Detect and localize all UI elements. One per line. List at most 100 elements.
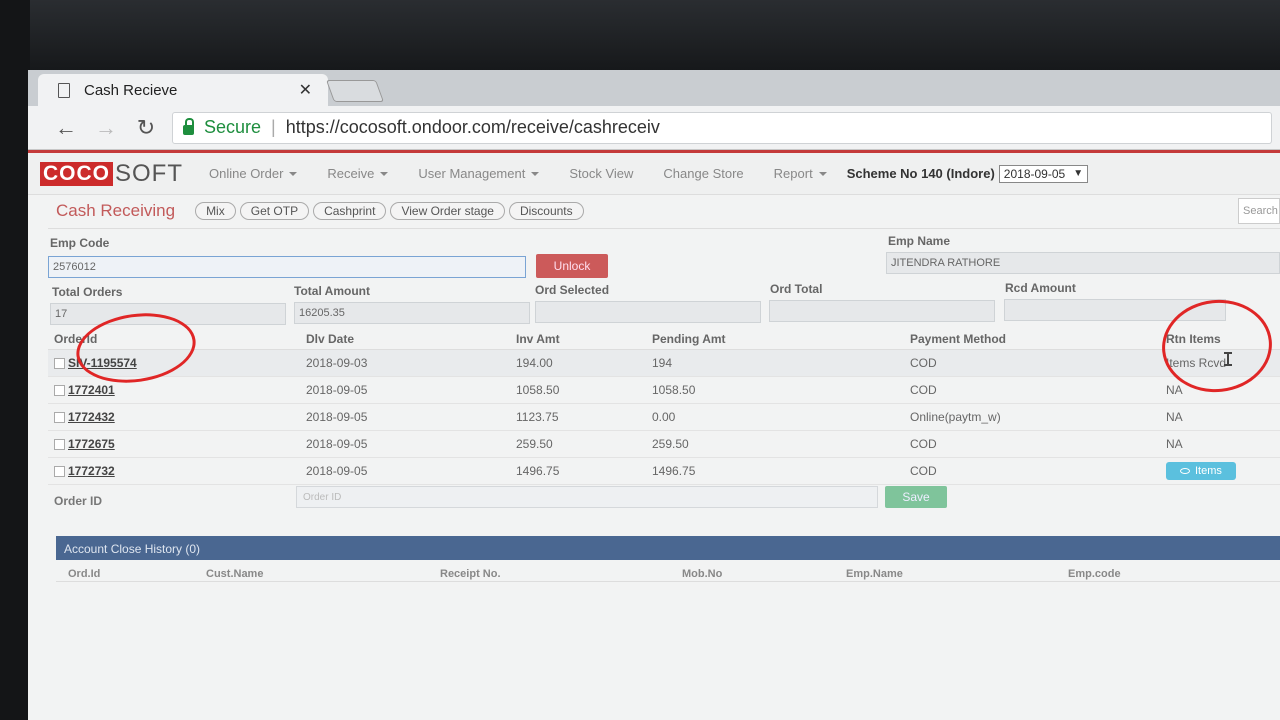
logo-soft: SOFT xyxy=(115,159,183,187)
browser-tab[interactable]: Cash Recieve ✕ xyxy=(38,74,328,106)
tab-title: Cash Recieve xyxy=(84,81,178,99)
dlv-date-cell: 2018-09-03 xyxy=(306,356,368,370)
items-button[interactable]: Items xyxy=(1166,462,1236,480)
url-text: https://cocosoft.ondoor.com/receive/cash… xyxy=(285,117,660,137)
table-row: 1772732 2018-09-05 1496.75 1496.75 COD I… xyxy=(48,458,1280,485)
payment-method-cell: Online(paytm_w) xyxy=(910,410,1001,424)
save-button[interactable]: Save xyxy=(885,486,947,508)
order-link[interactable]: 1772401 xyxy=(68,383,115,397)
row-checkbox[interactable] xyxy=(54,384,65,396)
row-checkbox[interactable] xyxy=(54,357,65,369)
divider xyxy=(48,228,1280,229)
order-link[interactable]: 1772675 xyxy=(68,437,115,451)
emp-code-field[interactable]: 2576012 xyxy=(48,256,526,278)
new-tab-button[interactable] xyxy=(325,80,385,102)
get-otp-button[interactable]: Get OTP xyxy=(239,202,310,220)
history-table-header: Ord.Id Cust.Name Receipt No. Mob.No Emp.… xyxy=(56,560,1280,582)
pending-amt-cell: 1058.50 xyxy=(652,383,696,397)
nav-user-management[interactable]: User Management xyxy=(418,166,540,181)
nav-label: Receive xyxy=(327,166,375,181)
col-cust-name[interactable]: Cust.Name xyxy=(206,568,263,580)
view-order-stage-button[interactable]: View Order stage xyxy=(390,202,505,220)
nav-stock-view[interactable]: Stock View xyxy=(569,166,633,181)
caret-down-icon xyxy=(531,171,540,176)
ord-selected-label: Ord Selected xyxy=(535,283,610,297)
close-icon[interactable]: ✕ xyxy=(299,80,312,100)
table-row: SIV-1195574 2018-09-03 194.00 194 COD It… xyxy=(48,350,1280,377)
back-arrow-icon[interactable]: ← xyxy=(46,115,86,141)
ord-total-label: Ord Total xyxy=(770,282,823,296)
caret-down-icon xyxy=(289,171,298,176)
nav-receive[interactable]: Receive xyxy=(327,166,389,181)
search-input[interactable]: Search xyxy=(1238,198,1280,224)
order-id-label: Order ID xyxy=(54,494,103,508)
inv-amt-cell: 1496.75 xyxy=(516,464,560,478)
orderid-cell: 1772432 xyxy=(48,410,306,424)
reload-icon[interactable]: ↻ xyxy=(126,115,166,141)
discounts-button[interactable]: Discounts xyxy=(508,202,584,220)
logo-coco: COCO xyxy=(40,161,113,186)
nav-label: User Management xyxy=(418,166,526,181)
date-select[interactable]: 2018-09-05 ▼ xyxy=(998,164,1089,183)
pending-amt-cell: 259.50 xyxy=(652,437,689,451)
col-emp-code[interactable]: Emp.code xyxy=(1068,568,1121,580)
nav-label: Change Store xyxy=(663,166,744,181)
orders-table: OrderId Dlv Date Inv Amt Pending Amt Pay… xyxy=(48,330,1280,485)
col-payment-method[interactable]: Payment Method xyxy=(910,332,1166,346)
date-value: 2018-09-05 xyxy=(1003,166,1066,181)
orderid-cell: 1772401 xyxy=(48,383,306,397)
row-checkbox[interactable] xyxy=(54,465,65,477)
col-mob-no[interactable]: Mob.No xyxy=(682,568,722,580)
rtn-items-cell: NA xyxy=(1166,437,1183,451)
monitor-bezel-left xyxy=(0,0,30,720)
browser-toolbar: ← → ↻ Secure | https://cocosoft.ondoor.c… xyxy=(28,106,1280,150)
dlv-date-cell: 2018-09-05 xyxy=(306,464,368,478)
address-bar[interactable]: Secure | https://cocosoft.ondoor.com/rec… xyxy=(172,111,1272,144)
total-amount-field[interactable]: 16205.35 xyxy=(294,302,530,324)
browser-tabstrip: Cash Recieve ✕ xyxy=(28,70,1280,106)
col-receipt-no[interactable]: Receipt No. xyxy=(440,568,501,580)
cashprint-button[interactable]: Cashprint xyxy=(313,202,387,220)
col-dlv-date[interactable]: Dlv Date xyxy=(306,332,516,346)
rtn-items-cell: Items xyxy=(1166,462,1280,480)
page-title: Cash Receiving xyxy=(56,201,176,220)
pending-amt-cell: 194 xyxy=(652,356,673,370)
emp-name-label: Emp Name xyxy=(888,234,951,248)
row-checkbox[interactable] xyxy=(54,411,65,423)
row-checkbox[interactable] xyxy=(54,438,65,450)
pending-amt-cell: 0.00 xyxy=(652,410,676,424)
nav-change-store[interactable]: Change Store xyxy=(663,166,743,181)
forward-arrow-icon[interactable]: → xyxy=(86,115,126,141)
order-id-input[interactable]: Order ID xyxy=(296,486,878,508)
eye-icon xyxy=(1180,468,1190,474)
account-close-history-header[interactable]: Account Close History (0) xyxy=(56,536,1280,560)
col-ord-id[interactable]: Ord.Id xyxy=(68,568,100,580)
nav-online-order[interactable]: Online Order xyxy=(209,166,298,181)
caret-down-icon xyxy=(818,171,827,176)
inv-amt-cell: 194.00 xyxy=(516,356,553,370)
nav-label: Stock View xyxy=(569,166,634,181)
mix-button[interactable]: Mix xyxy=(195,202,236,220)
dlv-date-cell: 2018-09-05 xyxy=(306,383,368,397)
inv-amt-cell: 1123.75 xyxy=(516,410,559,424)
inv-amt-cell: 259.50 xyxy=(516,437,553,451)
app-logo[interactable]: COCO SOFT xyxy=(40,160,183,188)
rtn-items-cell: NA xyxy=(1166,410,1183,424)
order-link[interactable]: 1772432 xyxy=(68,410,115,424)
col-inv-amt[interactable]: Inv Amt xyxy=(516,332,652,346)
nav-report[interactable]: Report xyxy=(774,166,827,181)
caret-down-icon xyxy=(380,171,389,176)
ord-total-field[interactable] xyxy=(769,300,995,322)
pending-amt-cell: 1496.75 xyxy=(652,464,696,478)
app-navbar: COCO SOFT Online Order Receive User Mana… xyxy=(28,153,1280,195)
order-link[interactable]: 1772732 xyxy=(68,464,115,478)
ord-selected-field[interactable] xyxy=(535,301,761,323)
table-row: 1772432 2018-09-05 1123.75 0.00 Online(p… xyxy=(48,404,1280,431)
screen: Cash Recieve ✕ ← → ↻ Secure | https://co… xyxy=(28,70,1280,720)
unlock-button[interactable]: Unlock xyxy=(536,254,608,278)
emp-name-field[interactable]: JITENDRA RATHORE xyxy=(886,252,1280,274)
nav-label: Online Order xyxy=(209,166,284,181)
col-emp-name[interactable]: Emp.Name xyxy=(846,568,903,580)
col-pending-amt[interactable]: Pending Amt xyxy=(652,332,910,346)
dropdown-triangle-icon: ▼ xyxy=(1073,168,1084,179)
